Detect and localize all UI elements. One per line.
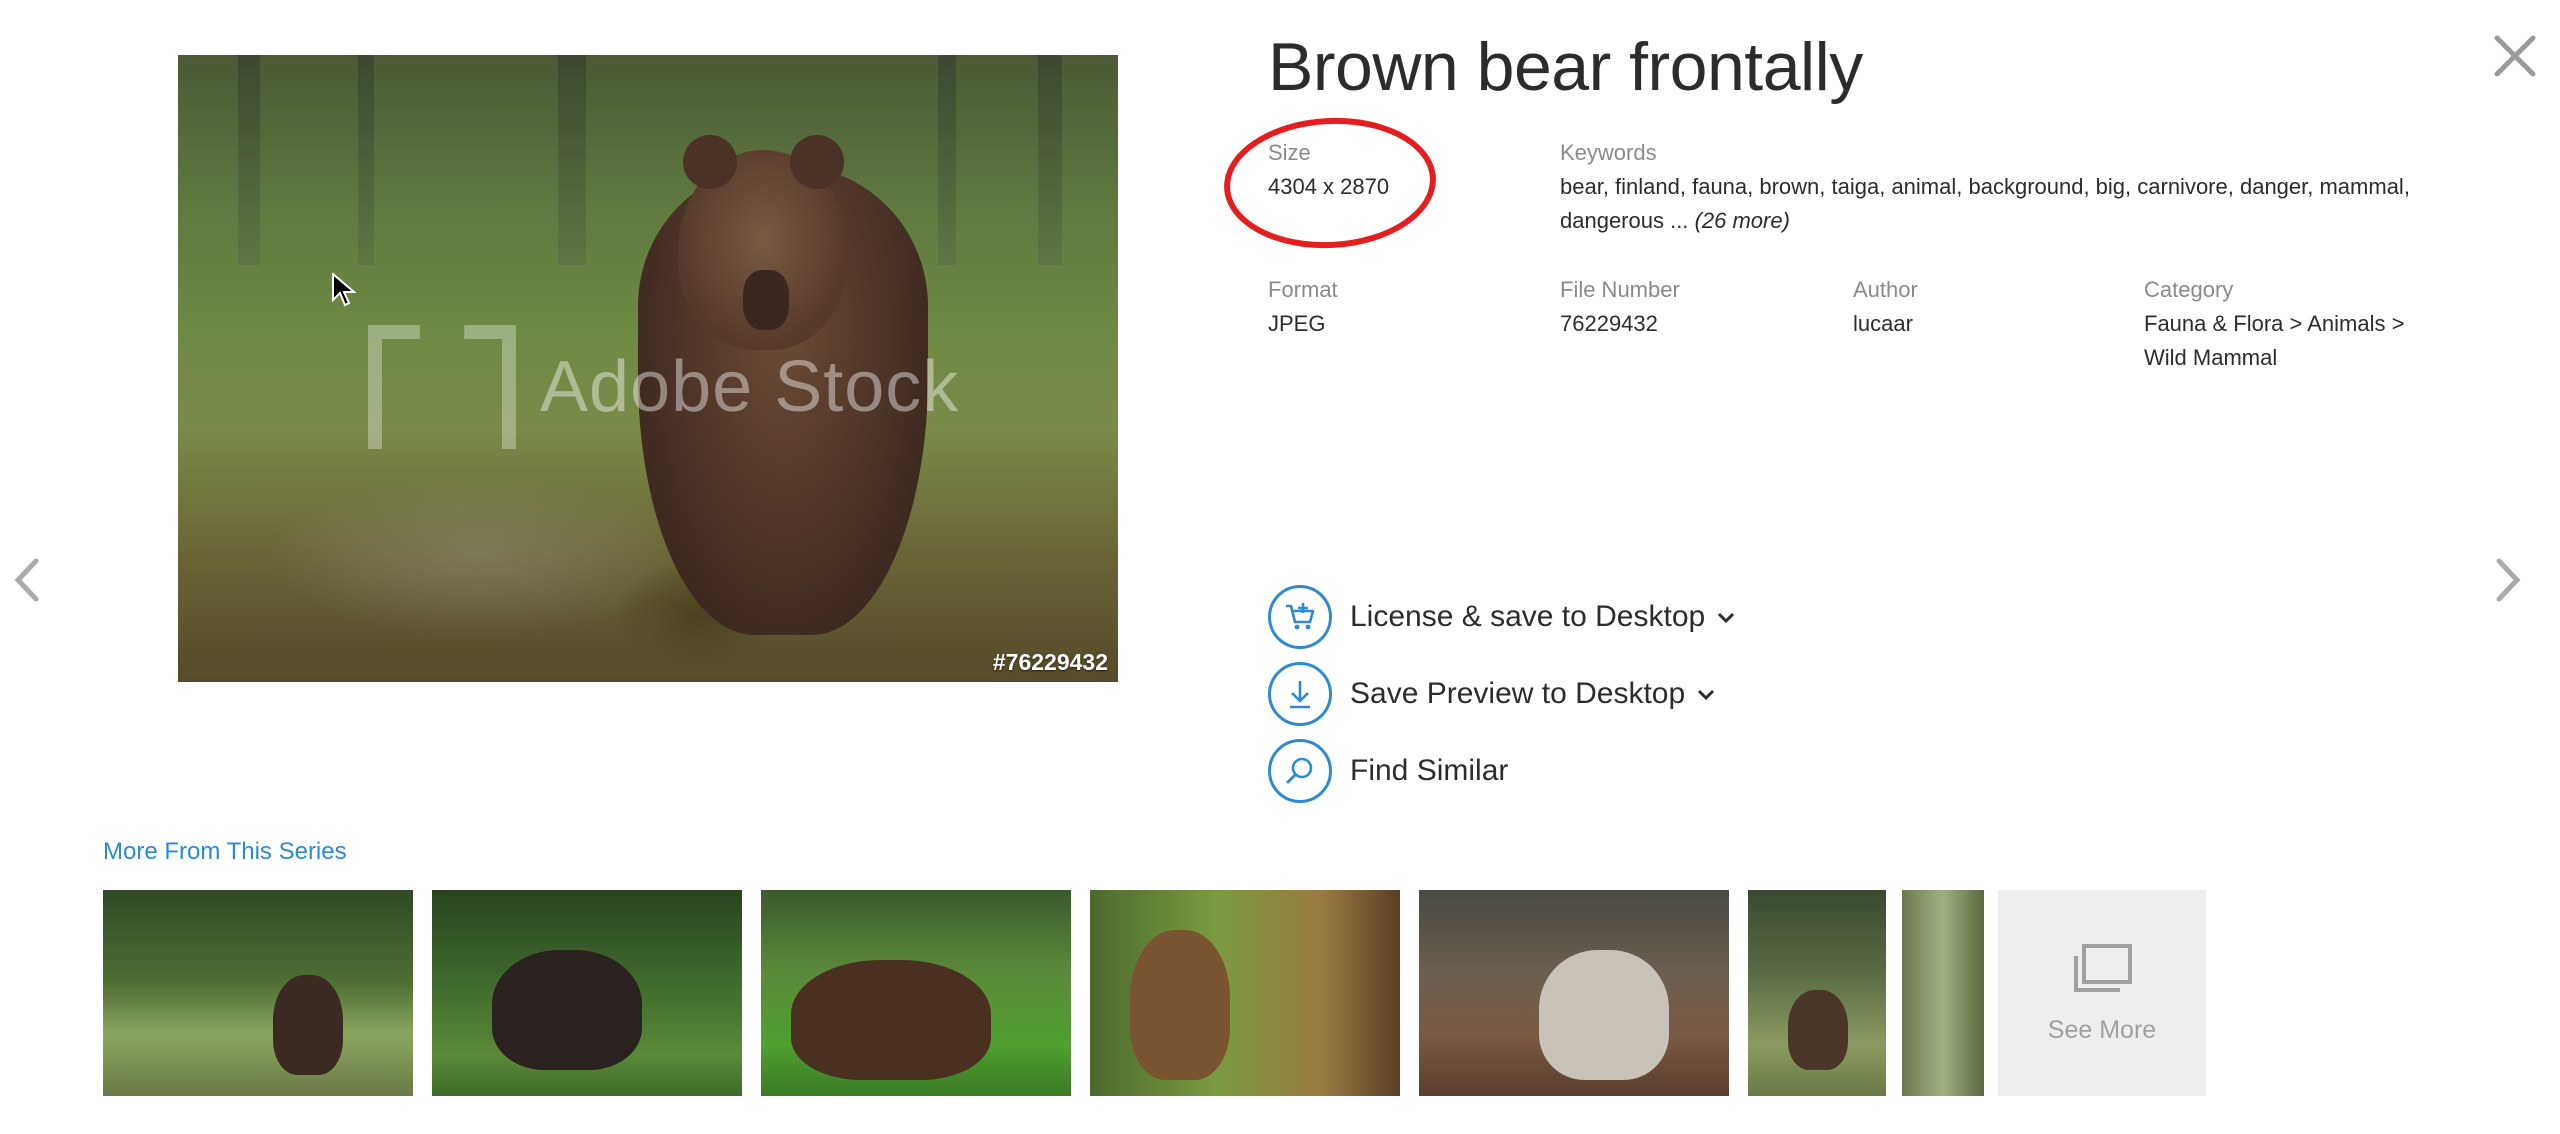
previous-button[interactable] [12,555,42,605]
size-label: Size [1268,140,1311,165]
find-similar-button[interactable]: Find Similar [1268,739,1508,803]
keywords-line1[interactable]: bear, finland, fauna, brown, taiga, anim… [1560,174,2410,199]
background-tree [358,55,374,265]
category-value[interactable]: Fauna & Flora > Animals > Wild Mammal [2144,307,2404,375]
watermark-text: Adobe Stock [540,347,960,427]
next-button[interactable] [2493,555,2523,605]
category-line1[interactable]: Fauna & Flora > Animals > [2144,311,2404,336]
keywords-line2[interactable]: dangerous ... [1560,208,1688,233]
page-title: Brown bear frontally [1268,29,1863,105]
file-number-value: 76229432 [1560,311,1658,336]
format-value: JPEG [1268,311,1326,336]
bear-silhouette [1130,930,1230,1080]
format-label: Format [1268,277,1338,302]
bear-silhouette [492,950,642,1070]
series-thumbnail[interactable] [1090,890,1400,1096]
license-save-label: License & save to Desktop [1350,600,1706,633]
series-thumbnail[interactable] [432,890,742,1096]
chevron-left-icon [14,558,39,602]
author-value[interactable]: lucaar [1853,307,1913,341]
bear-ear [683,135,737,189]
see-more-label: See More [2047,1015,2157,1044]
save-preview-button[interactable]: Save Preview to Desktop [1268,662,1715,726]
keywords-label: Keywords [1560,140,1657,165]
category-label: Category [2144,277,2234,302]
series-thumbnail[interactable] [1419,890,1729,1096]
background-tree [938,55,956,265]
image-id-label: #76229432 [992,649,1108,675]
series-thumbnail[interactable] [761,890,1071,1096]
close-icon [2494,35,2536,77]
bear-silhouette [273,975,343,1075]
find-similar-label: Find Similar [1350,754,1509,787]
save-preview-label: Save Preview to Desktop [1350,677,1686,710]
size-value: 4304 x 2870 [1268,174,1390,199]
cart-add-icon [1268,585,1332,649]
see-more-button[interactable]: See More [1998,890,2206,1096]
search-icon [1268,739,1332,803]
bear-silhouette [1788,990,1848,1070]
keywords-value: bear, finland, fauna, brown, taiga, anim… [1560,170,2440,238]
chevron-right-icon [2496,558,2521,602]
series-title[interactable]: More From This Series [103,838,347,866]
bear-snout [743,270,789,330]
chevron-down-icon [1697,681,1715,707]
keywords-more-link[interactable]: (26 more) [1695,208,1790,233]
download-icon [1268,662,1332,726]
main-preview-image: Adobe Stock #76229432 [178,55,1118,682]
background-tree [1038,55,1062,265]
chevron-down-icon [1717,604,1735,630]
series-thumbnail[interactable] [1902,890,1984,1096]
background-tree [558,55,586,265]
license-save-button[interactable]: License & save to Desktop [1268,585,1735,649]
close-button[interactable] [2493,34,2537,78]
series-thumbnail[interactable] [103,890,413,1096]
author-label: Author [1853,277,1918,302]
bear-silhouette [791,960,991,1080]
file-number-label: File Number [1560,277,1680,302]
series-thumbnail[interactable] [1748,890,1886,1096]
background-tree [238,55,260,265]
adobe-logo-icon [368,325,516,449]
watermark: Adobe Stock [368,325,959,449]
stack-icon [2074,943,2132,992]
bear-ear [790,135,844,189]
bear-silhouette [1539,950,1669,1080]
category-line2[interactable]: Wild Mammal [2144,345,2277,370]
